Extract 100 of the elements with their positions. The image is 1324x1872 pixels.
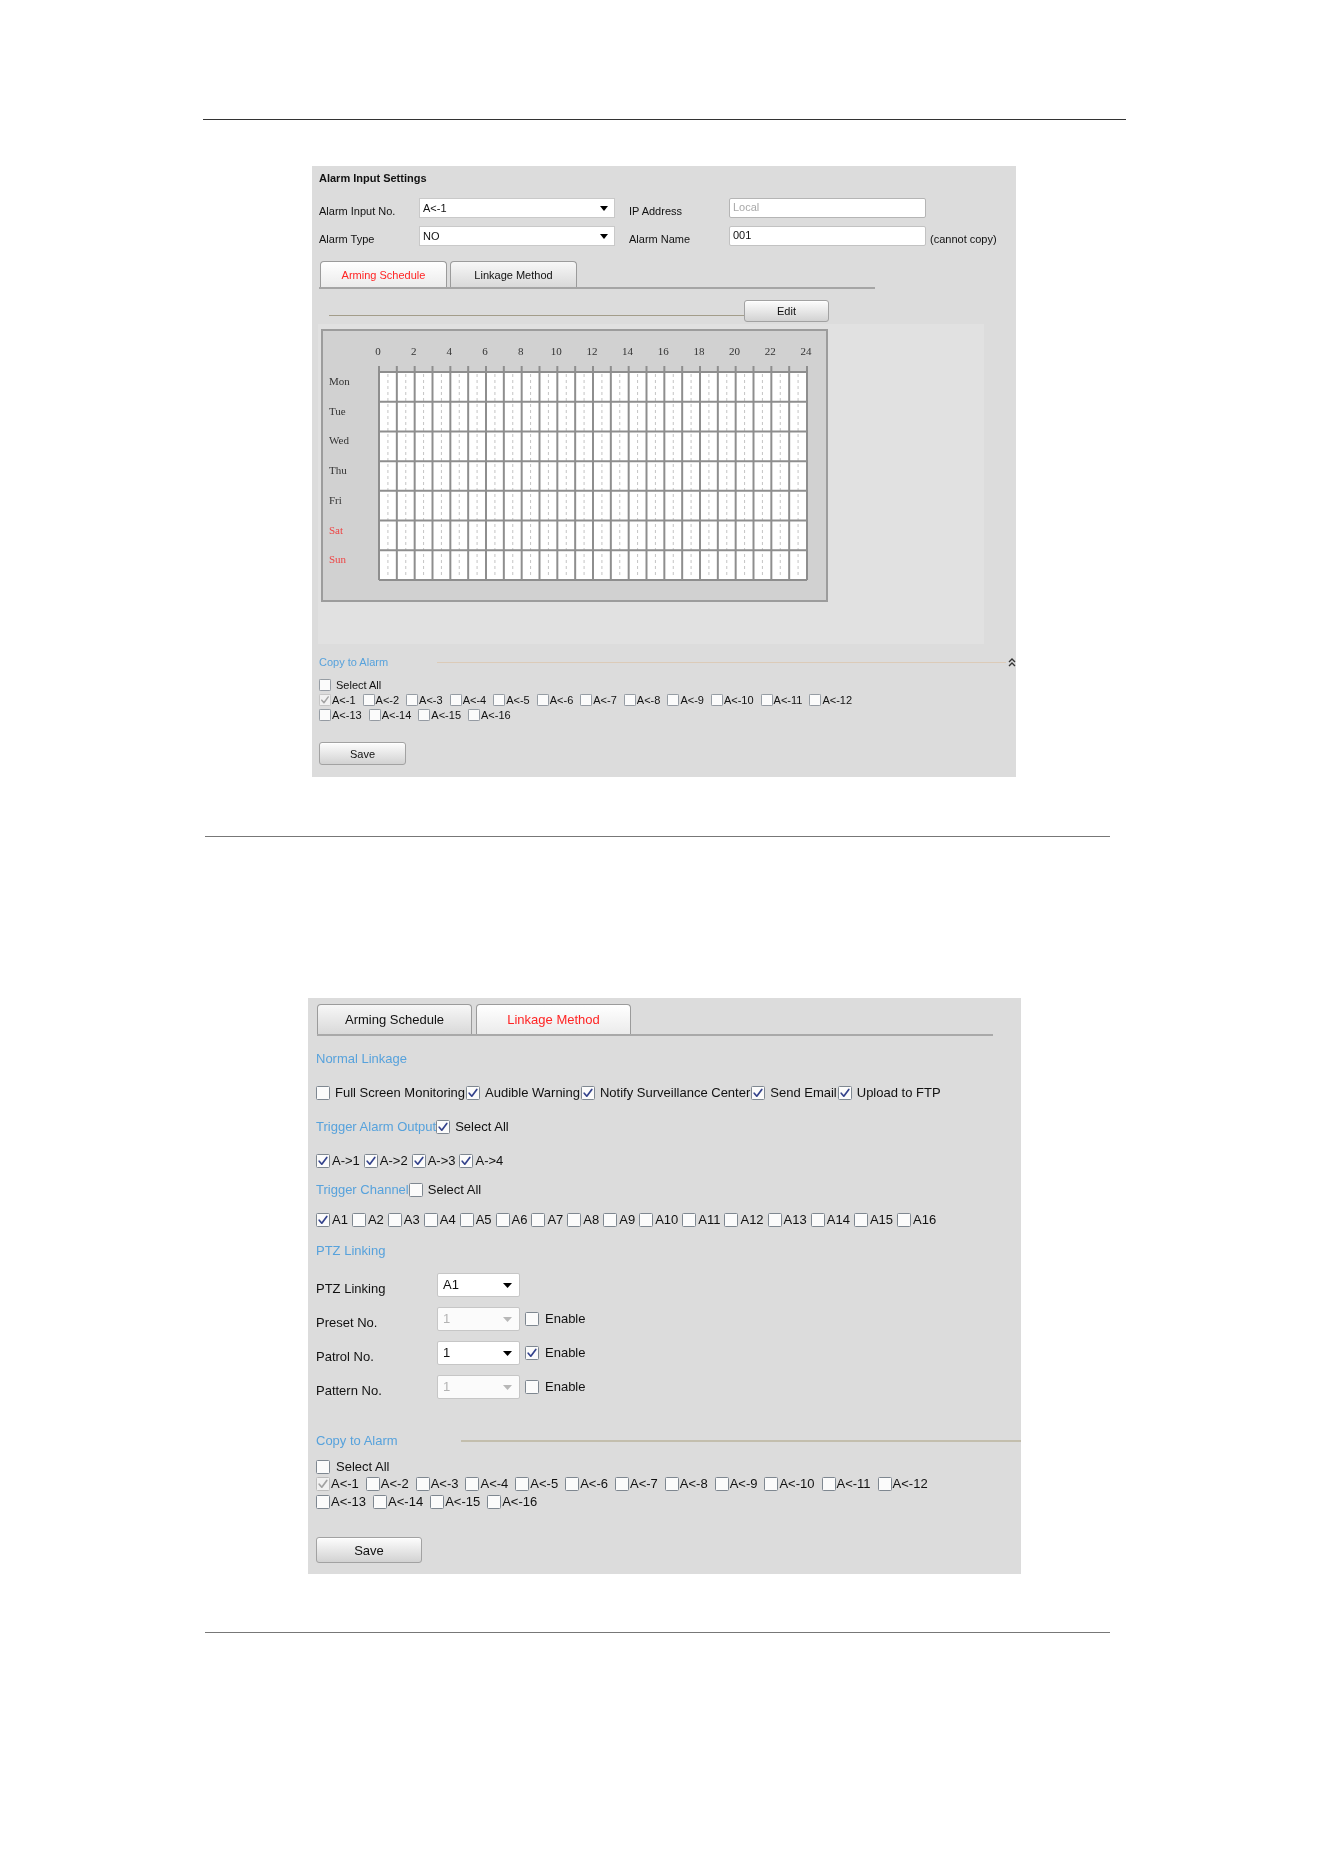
checkbox[interactable] (365, 1477, 380, 1491)
checkbox-label[interactable]: Upload to FTP (856, 1085, 941, 1101)
checkbox-label[interactable]: A1 (332, 1212, 348, 1228)
checkbox[interactable] (319, 679, 331, 691)
checkbox-label[interactable]: A<-4 (480, 1476, 509, 1492)
checkbox-label[interactable]: Notify Surveillance Center (599, 1085, 751, 1101)
checkbox-label[interactable]: A10 (655, 1212, 679, 1228)
checkbox-label[interactable]: A<-11 (836, 1476, 871, 1492)
checkbox-label[interactable]: A<-8 (679, 1476, 708, 1492)
tab[interactable]: Arming Schedule (317, 1004, 472, 1034)
checkbox-label[interactable]: A<-9 (729, 1476, 758, 1492)
checkbox-label[interactable]: A<-14 (381, 707, 412, 722)
checkbox-label[interactable]: A<-12 (892, 1476, 928, 1492)
checkbox-label[interactable]: Enable (545, 1345, 586, 1361)
checkbox[interactable] (821, 1477, 836, 1491)
checkbox[interactable] (387, 1213, 402, 1227)
checkbox[interactable] (487, 1495, 502, 1509)
checkbox-label[interactable]: A16 (913, 1212, 937, 1228)
checkbox-label[interactable]: A4 (439, 1212, 456, 1228)
checkbox-label[interactable]: A<-13 (331, 1494, 367, 1510)
checkbox-label[interactable]: A11 (698, 1212, 721, 1228)
checkbox-label[interactable]: A<-10 (779, 1476, 815, 1492)
checkbox-label[interactable]: A<-3 (419, 692, 443, 707)
checkbox[interactable] (682, 1213, 697, 1227)
tab[interactable]: Arming Schedule (320, 261, 447, 287)
checkbox[interactable] (525, 1346, 539, 1360)
checkbox[interactable] (436, 1120, 451, 1134)
checkbox[interactable] (710, 693, 723, 706)
checkbox-label[interactable]: Full Screen Monitoring (335, 1085, 466, 1101)
checkbox[interactable] (767, 1213, 782, 1227)
checkbox[interactable] (639, 1213, 654, 1227)
checkbox-label[interactable]: A->3 (427, 1153, 456, 1169)
checkbox[interactable] (897, 1213, 912, 1227)
checkbox-label[interactable]: Send Email (770, 1085, 837, 1101)
checkbox-label[interactable]: Select All (336, 678, 382, 692)
checkbox[interactable] (751, 1086, 766, 1100)
checkbox[interactable] (459, 1154, 474, 1168)
checkbox[interactable] (565, 1477, 580, 1491)
checkbox[interactable] (764, 1477, 779, 1491)
tab[interactable]: Linkage Method (450, 261, 577, 287)
checkbox-label[interactable]: A<-13 (332, 707, 362, 722)
checkbox-label[interactable]: A<-9 (680, 692, 704, 707)
checkbox-label[interactable]: A<-6 (549, 692, 574, 707)
checkbox[interactable] (515, 1477, 530, 1491)
checkbox[interactable] (465, 1477, 480, 1491)
checkbox[interactable] (614, 1477, 629, 1491)
dropdown[interactable]: A<-1 (419, 198, 615, 218)
checkbox-label[interactable]: A<-12 (822, 692, 853, 707)
checkbox[interactable] (580, 1086, 595, 1100)
checkbox[interactable] (406, 693, 419, 706)
checkbox[interactable] (664, 1477, 679, 1491)
checkbox-label[interactable]: A->1 (332, 1153, 360, 1169)
checkbox-label[interactable]: A2 (367, 1212, 384, 1228)
checkbox-label[interactable]: A12 (740, 1212, 764, 1228)
checkbox-label[interactable]: A5 (475, 1212, 492, 1228)
checkbox[interactable] (411, 1154, 426, 1168)
checkbox-label[interactable]: A9 (619, 1212, 636, 1228)
checkbox-label[interactable]: A<-5 (506, 692, 530, 707)
checkbox[interactable] (368, 708, 381, 721)
checkbox-label[interactable]: A<-16 (502, 1494, 538, 1510)
checkbox-label[interactable]: A<-11 (773, 692, 803, 707)
save-button[interactable]: Save (319, 742, 406, 765)
checkbox[interactable] (603, 1213, 618, 1227)
checkbox[interactable] (316, 1460, 330, 1474)
schedule-grid[interactable] (378, 366, 808, 581)
checkbox[interactable] (316, 1154, 330, 1168)
checkbox-label[interactable]: A<-6 (580, 1476, 608, 1492)
checkbox[interactable] (408, 1183, 423, 1197)
dropdown[interactable]: A1 (437, 1273, 520, 1297)
checkbox[interactable] (536, 693, 549, 706)
checkbox-label[interactable]: A8 (583, 1212, 600, 1228)
checkbox[interactable] (853, 1213, 868, 1227)
checkbox[interactable] (837, 1086, 852, 1100)
checkbox-label[interactable]: A<-7 (593, 692, 617, 707)
checkbox[interactable] (667, 693, 680, 706)
checkbox[interactable] (363, 1154, 378, 1168)
checkbox-label[interactable]: Select All (336, 1459, 390, 1475)
checkbox[interactable] (468, 708, 480, 721)
checkbox[interactable] (351, 1213, 366, 1227)
checkbox[interactable] (760, 693, 773, 706)
checkbox-label[interactable]: A<-5 (530, 1476, 559, 1492)
checkbox-label[interactable]: A15 (869, 1212, 894, 1228)
checkbox[interactable] (316, 1086, 330, 1100)
checkbox-label[interactable]: A<-3 (430, 1476, 459, 1492)
checkbox[interactable] (423, 1213, 438, 1227)
checkbox-label[interactable]: A<-14 (388, 1494, 424, 1510)
checkbox-label[interactable]: A<-7 (629, 1476, 658, 1492)
checkbox[interactable] (495, 1213, 510, 1227)
tab[interactable]: Linkage Method (476, 1004, 631, 1034)
checkbox-label[interactable]: A14 (826, 1212, 850, 1228)
checkbox[interactable] (724, 1213, 739, 1227)
checkbox[interactable] (459, 1213, 474, 1227)
checkbox[interactable] (877, 1477, 892, 1491)
checkbox-label[interactable]: A<-15 (445, 1494, 481, 1510)
checkbox[interactable] (430, 1495, 445, 1509)
checkbox[interactable] (531, 1213, 546, 1227)
checkbox-label[interactable]: A<-16 (481, 707, 511, 722)
checkbox-label[interactable]: A6 (511, 1212, 528, 1228)
checkbox-label[interactable]: A7 (547, 1212, 564, 1228)
checkbox-label[interactable]: A<-8 (636, 692, 661, 707)
